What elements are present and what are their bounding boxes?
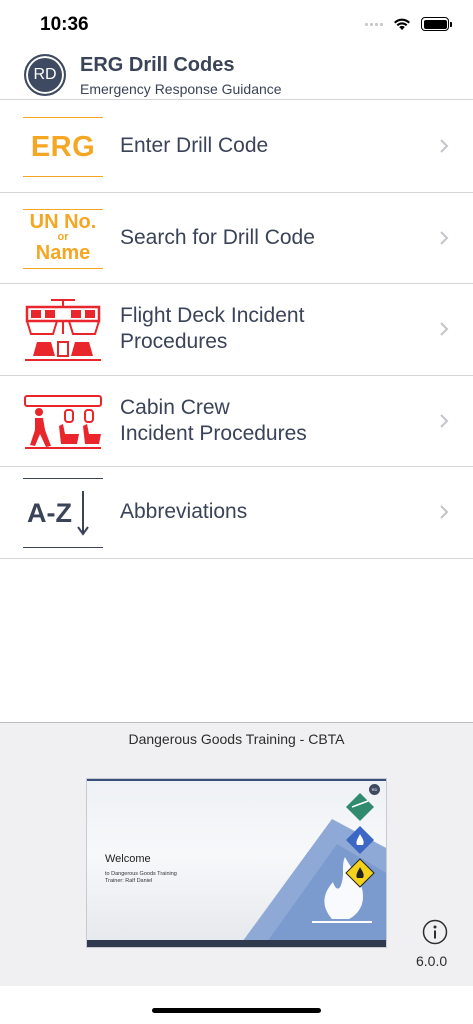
erg-icon: ERG bbox=[23, 117, 103, 177]
main-menu: ERG Enter Drill Code UN No. or Name Sear… bbox=[0, 101, 473, 559]
chevron-right-icon bbox=[440, 505, 449, 519]
menu-item-label: Abbreviations bbox=[120, 500, 248, 524]
app-title: ERG Drill Codes bbox=[80, 54, 235, 76]
menu-item-label: Search for Drill Code bbox=[120, 225, 315, 249]
menu-item-search-drill-code[interactable]: UN No. or Name Search for Drill Code bbox=[0, 193, 473, 284]
un-number-or-name-icon: UN No. or Name bbox=[23, 208, 103, 269]
promo-title: Dangerous Goods Training - CBTA bbox=[128, 731, 345, 747]
chevron-right-icon bbox=[440, 139, 449, 153]
info-icon[interactable] bbox=[422, 919, 448, 945]
menu-item-enter-drill-code[interactable]: ERG Enter Drill Code bbox=[0, 101, 473, 193]
home-indicator[interactable] bbox=[152, 1008, 321, 1013]
flight-deck-icon bbox=[23, 299, 103, 361]
wifi-icon bbox=[394, 18, 410, 30]
menu-item-flight-deck[interactable]: Flight Deck Incident Procedures bbox=[0, 284, 473, 376]
cabin-crew-icon bbox=[23, 392, 103, 452]
a-z-icon: A-Z bbox=[23, 478, 103, 548]
menu-item-label: Flight Deck Incident Procedures bbox=[120, 304, 305, 354]
version-label: 6.0.0 bbox=[416, 953, 448, 969]
promo-panel: Dangerous Goods Training - CBTA RD Welco… bbox=[0, 722, 473, 986]
app-header: RD ERG Drill Codes Emergency Response Gu… bbox=[0, 50, 473, 100]
rd-logo: RD bbox=[24, 54, 66, 96]
app-subtitle: Emergency Response Guidance bbox=[80, 81, 282, 97]
menu-item-label: Enter Drill Code bbox=[120, 134, 269, 158]
banner-subtitle: to Dangerous Goods Training Trainer: Ral… bbox=[105, 871, 177, 884]
battery-icon bbox=[421, 17, 452, 31]
signal-icon bbox=[365, 22, 383, 26]
banner-welcome: Welcome bbox=[105, 853, 151, 865]
menu-item-cabin-crew[interactable]: Cabin Crew Incident Procedures bbox=[0, 376, 473, 467]
status-bar: 10:36 bbox=[0, 0, 473, 50]
rd-badge: RD bbox=[369, 784, 380, 795]
training-banner[interactable]: RD Welcome to Dangerous Goods Training T… bbox=[86, 778, 387, 948]
chevron-right-icon bbox=[440, 414, 449, 428]
menu-item-abbreviations[interactable]: A-Z Abbreviations bbox=[0, 467, 473, 559]
menu-item-label: Cabin Crew Incident Procedures bbox=[120, 395, 307, 445]
status-icons bbox=[365, 17, 452, 31]
status-time: 10:36 bbox=[40, 14, 89, 35]
chevron-right-icon bbox=[440, 231, 449, 245]
chevron-right-icon bbox=[440, 322, 449, 336]
